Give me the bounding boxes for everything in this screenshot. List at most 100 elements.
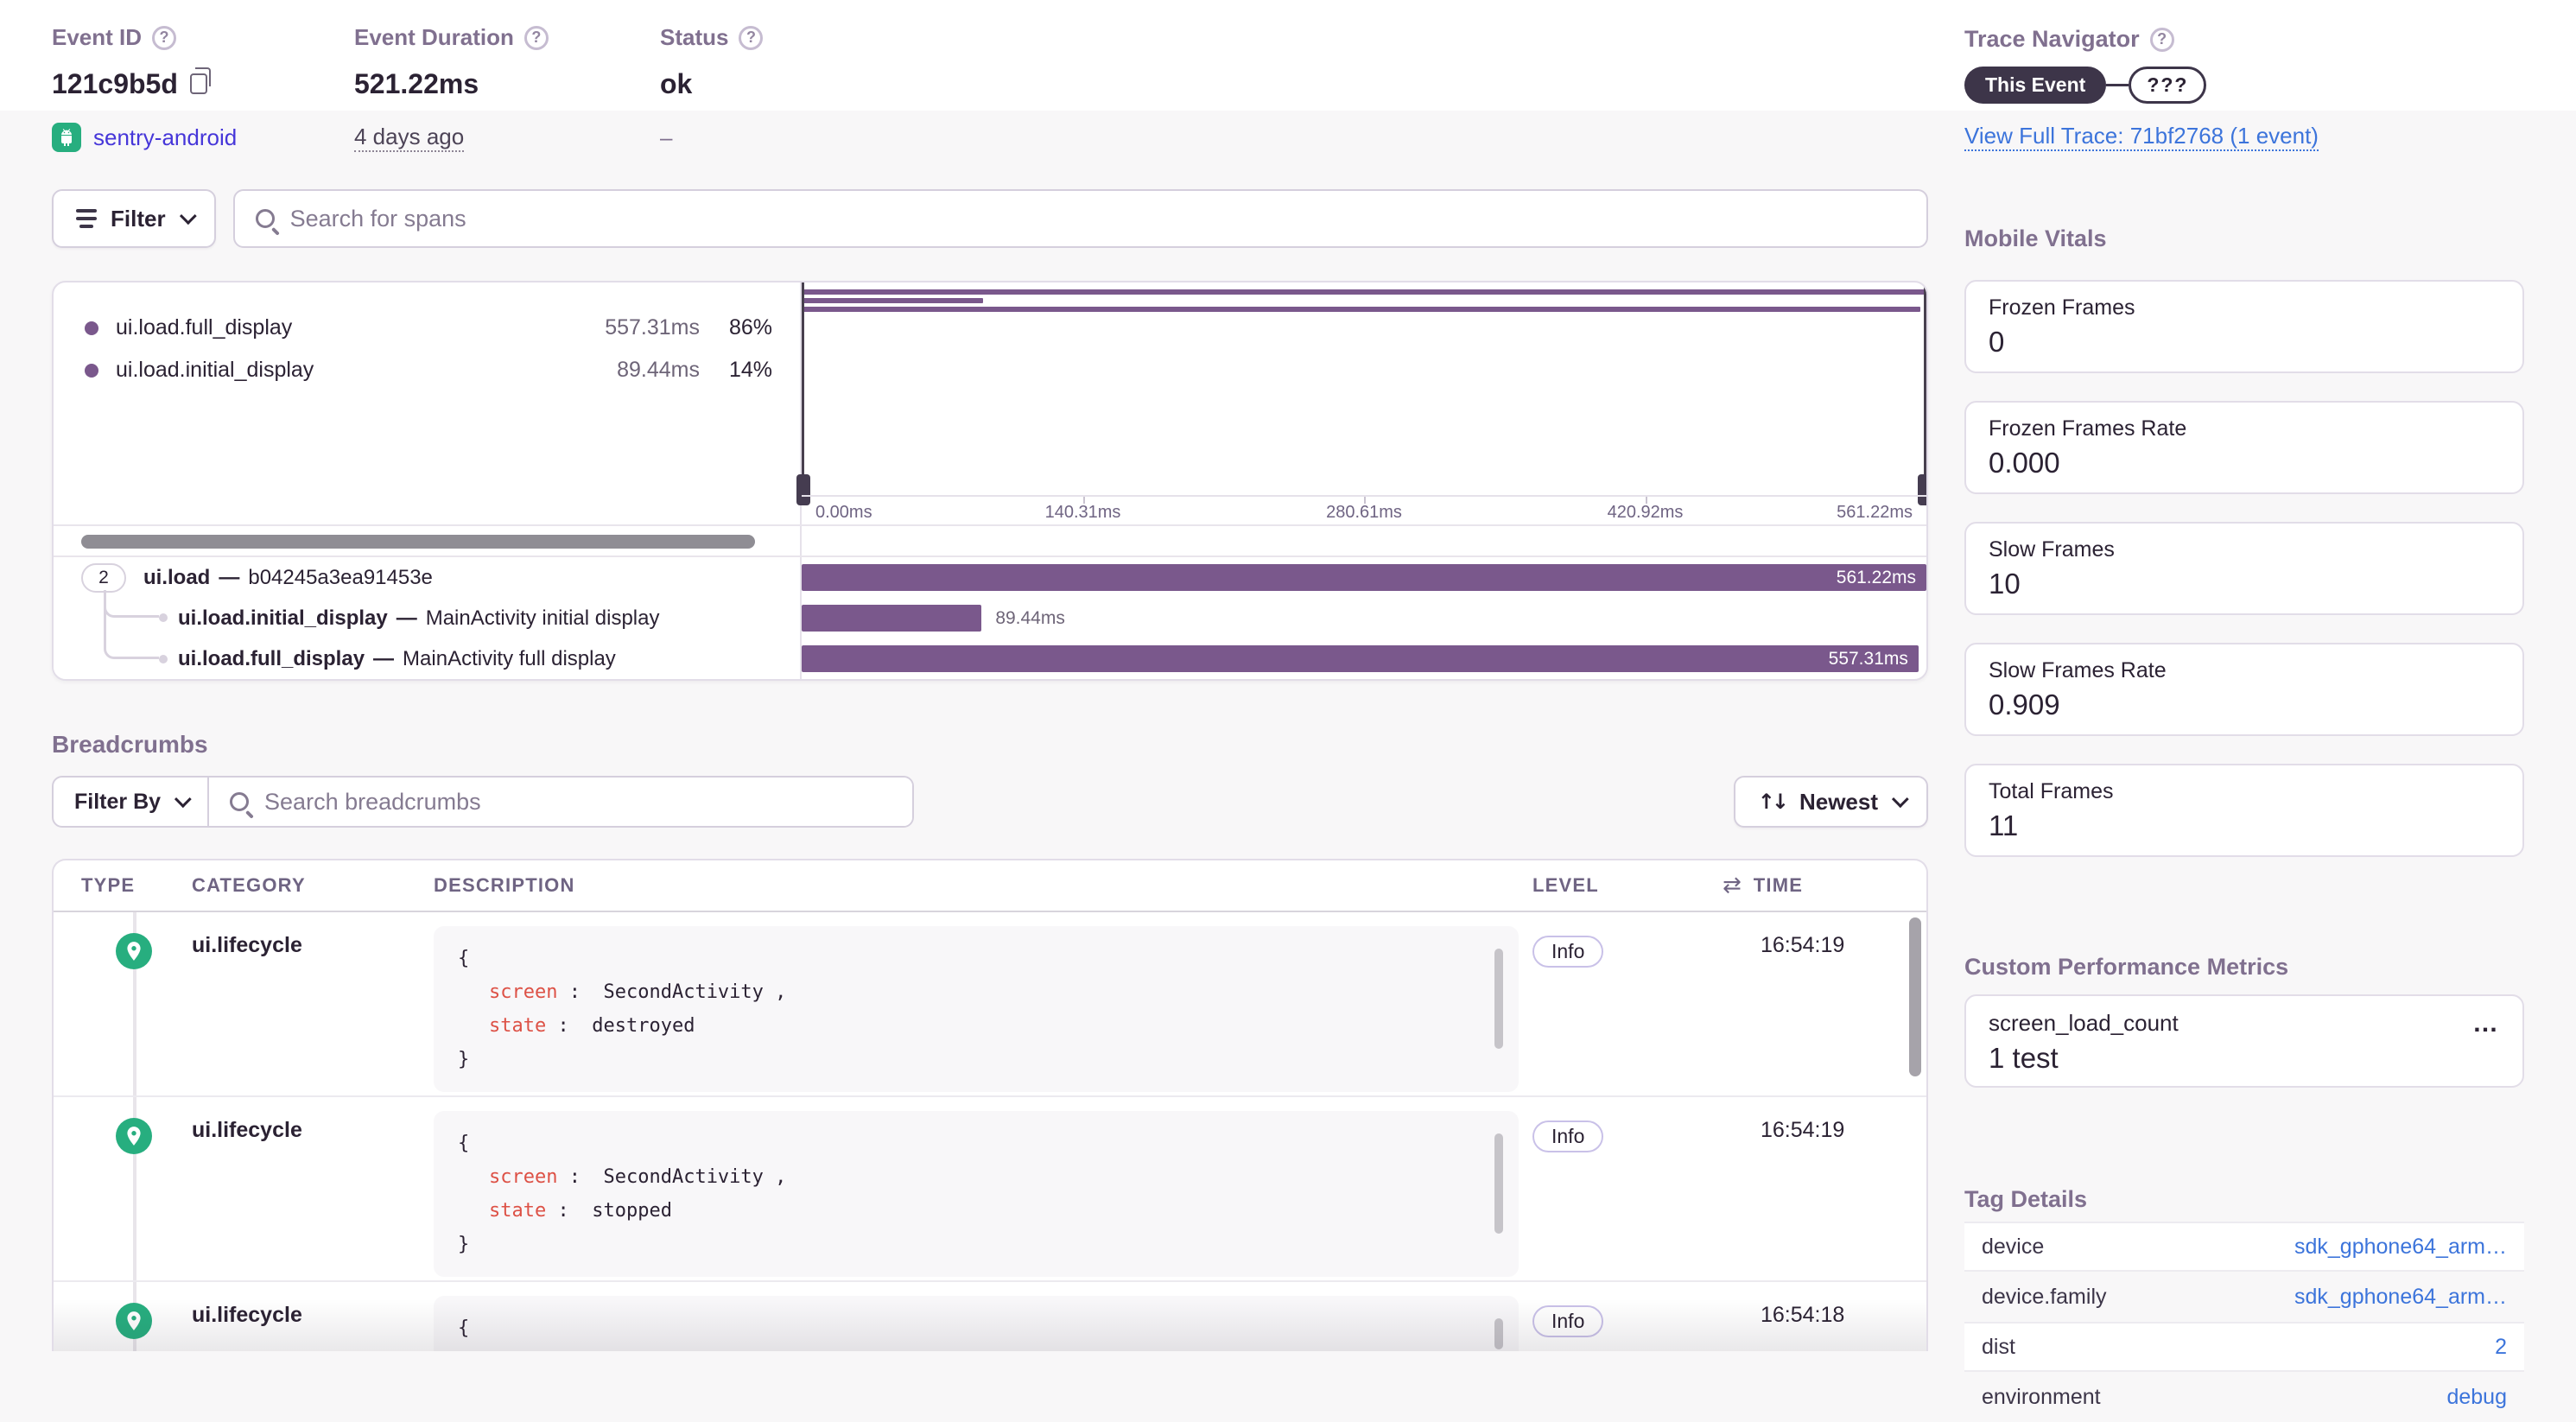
tag-row: environment debug (1964, 1372, 2524, 1422)
level-badge: Info (1532, 936, 1604, 968)
vital-value: 11 (1989, 809, 2019, 841)
legend-span-duration: 557.31ms (605, 315, 700, 340)
event-id-label: Event ID (52, 24, 143, 50)
minimap-bars (802, 282, 1926, 495)
vital-value: 10 (1989, 568, 2021, 600)
tag-value-link[interactable]: 2 (2495, 1335, 2507, 1360)
span-search-input[interactable] (289, 205, 1906, 232)
vital-card: Frozen Frames Rate 0.000 (1964, 401, 2524, 494)
span-search[interactable] (232, 189, 1928, 248)
legend-span-name: ui.load.full_display (116, 315, 293, 340)
table-scrollbar-thumb[interactable] (1909, 917, 1921, 1076)
span-row[interactable]: ui.load.full_display — MainActivity full… (54, 638, 1926, 679)
legend-span-duration: 89.44ms (617, 358, 700, 382)
code-scrollbar-thumb[interactable] (1494, 1133, 1503, 1234)
event-id-value: 121c9b5d (52, 67, 178, 99)
tag-key: environment (1982, 1384, 2101, 1409)
span-op: ui.load (143, 565, 211, 589)
col-type: TYPE (81, 874, 136, 896)
code-scrollbar-thumb[interactable] (1494, 1318, 1503, 1349)
tag-value-link[interactable]: sdk_gphone64_arm… (2294, 1285, 2507, 1310)
sort-arrows-icon: ↑↓ (1757, 790, 1789, 814)
metric-label: screen_load_count (1989, 1010, 2179, 1036)
col-category: CATEGORY (192, 874, 306, 896)
ellipsis-menu-icon[interactable]: … (2472, 1010, 2500, 1036)
span-bar[interactable] (802, 605, 982, 632)
chevron-down-icon (174, 790, 192, 809)
child-count-badge[interactable]: 2 (81, 562, 126, 593)
scrollbar-thumb[interactable] (81, 535, 755, 549)
span-minimap[interactable]: 0.00ms 140.31ms 280.61ms 420.92ms 561.22… (796, 282, 1926, 524)
level-badge: Info (1532, 1305, 1604, 1337)
span-duration: 89.44ms (995, 608, 1065, 628)
span-description: b04245a3ea91453e (248, 565, 433, 589)
android-platform-icon (52, 123, 81, 152)
axis-tick-label: 420.92ms (1607, 503, 1684, 522)
help-icon[interactable]: ? (152, 25, 177, 50)
time-axis: 0.00ms 140.31ms 280.61ms 420.92ms 561.22… (802, 495, 1926, 524)
breadcrumb-json[interactable]: { screen : SecondActivity , state : stop… (434, 1111, 1519, 1277)
tag-value-link[interactable]: sdk_gphone64_arm… (2294, 1235, 2507, 1260)
project-link[interactable]: sentry-android (93, 124, 237, 151)
vital-label: Slow Frames Rate (1989, 658, 2167, 682)
breadcrumb-row[interactable]: ui.lifecycle { screen : SecondActivity ,… (54, 1097, 1926, 1282)
vital-value: 0.909 (1989, 689, 2060, 721)
vital-label: Slow Frames (1989, 537, 2115, 562)
breadcrumb-row[interactable]: ui.lifecycle { screen : SecondActivity ,… (54, 912, 1926, 1097)
tag-value-link[interactable]: debug (2446, 1385, 2507, 1410)
view-full-trace-link[interactable]: View Full Trace: 71bf2768 (1 event) (1964, 123, 2319, 151)
location-pin-icon (116, 1118, 152, 1154)
help-icon[interactable]: ? (739, 25, 764, 50)
span-tree: 2 ui.load — b04245a3ea91453e 561.22ms ui… (54, 557, 1926, 679)
status-label: Status (660, 24, 729, 50)
span-bar[interactable]: 561.22ms (802, 564, 1926, 591)
breadcrumb-time: 16:54:19 (1761, 933, 1845, 957)
breadcrumb-filter-button[interactable]: Filter By (54, 778, 210, 826)
breadcrumb-search-input[interactable] (264, 788, 891, 816)
legend-row[interactable]: ui.load.initial_display 89.44ms 14% (54, 349, 800, 391)
breadcrumb-json[interactable]: { screen : SecondActivity , state : dest… (434, 926, 1519, 1092)
pill-connector-line (2106, 83, 2129, 87)
legend-span-pct: 86% (728, 315, 772, 340)
horizontal-scrollbar[interactable] (54, 526, 802, 555)
this-event-pill[interactable]: This Event (1964, 67, 2107, 104)
help-icon[interactable]: ? (2149, 27, 2174, 52)
search-icon (230, 792, 250, 811)
span-bar[interactable]: 557.31ms (802, 645, 1919, 672)
axis-tick-label: 280.61ms (1326, 503, 1402, 522)
span-row[interactable]: 2 ui.load — b04245a3ea91453e 561.22ms (54, 557, 1926, 598)
copy-icon[interactable] (189, 67, 211, 94)
event-duration-label: Event Duration (354, 24, 514, 50)
axis-tick-label: 0.00ms (815, 503, 872, 522)
axis-tick-label: 561.22ms (1837, 503, 1913, 522)
code-scrollbar-thumb[interactable] (1494, 949, 1503, 1049)
metric-card: screen_load_count … 1 test (1964, 994, 2524, 1088)
tag-row: device sdk_gphone64_arm… (1964, 1222, 2524, 1272)
trace-navigator: Trace Navigator ? This Event ??? View Fu… (1964, 0, 2524, 151)
breadcrumb-row[interactable]: ui.lifecycle { Info 16:54:18 (54, 1282, 1926, 1351)
span-row[interactable]: ui.load.initial_display — MainActivity i… (54, 598, 1926, 638)
filter-icon (76, 209, 97, 228)
breadcrumb-json[interactable]: { (434, 1296, 1519, 1351)
chevron-down-icon (179, 207, 197, 225)
span-color-dot (85, 321, 98, 335)
tag-key: device (1982, 1234, 2045, 1259)
sort-button[interactable]: ↑↓ Newest (1733, 776, 1928, 828)
span-duration: 561.22ms (1836, 567, 1916, 587)
span-duration: 557.31ms (1828, 648, 1908, 669)
span-filter-button[interactable]: Filter (52, 189, 216, 248)
event-id-block: Event ID ? 121c9b5d sentry-android (52, 24, 354, 153)
event-duration-block: Event Duration ? 521.22ms 4 days ago (354, 24, 660, 153)
unknown-event-pill[interactable]: ??? (2129, 67, 2207, 104)
col-time[interactable]: ⇄ TIME (1723, 873, 1926, 898)
mobile-vitals-title: Mobile Vitals (1964, 225, 2107, 251)
breadcrumb-search[interactable] (209, 778, 912, 826)
vital-value: 0 (1989, 326, 2005, 358)
level-badge: Info (1532, 1120, 1604, 1152)
swap-arrows-icon: ⇄ (1723, 873, 1742, 898)
help-icon[interactable]: ? (523, 25, 549, 50)
span-legend: ui.load.full_display 557.31ms 86% ui.loa… (54, 282, 802, 524)
legend-row[interactable]: ui.load.full_display 557.31ms 86% (54, 307, 800, 349)
event-age[interactable]: 4 days ago (354, 124, 465, 152)
search-icon (255, 209, 275, 228)
